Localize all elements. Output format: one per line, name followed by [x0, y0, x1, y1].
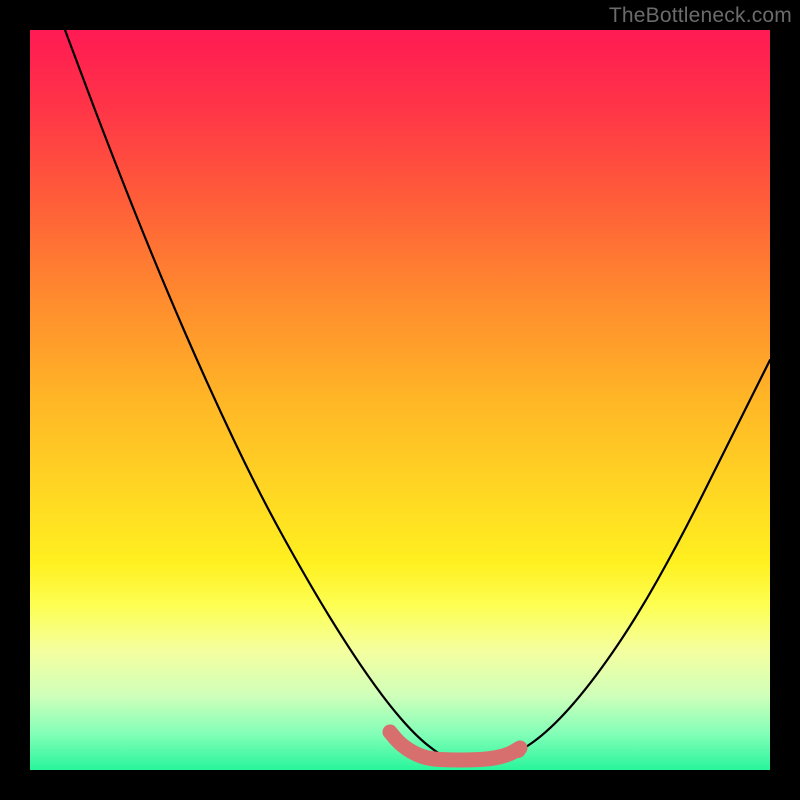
sweet-spot-end — [510, 742, 526, 758]
watermark: TheBottleneck.com — [609, 4, 792, 28]
sweet-spot-band — [390, 732, 520, 760]
chart-frame: TheBottleneck.com — [0, 0, 800, 800]
curves-layer — [30, 30, 770, 770]
bottleneck-curve — [65, 30, 770, 765]
sweet-spot-start — [383, 725, 397, 739]
plot-area — [30, 30, 770, 770]
